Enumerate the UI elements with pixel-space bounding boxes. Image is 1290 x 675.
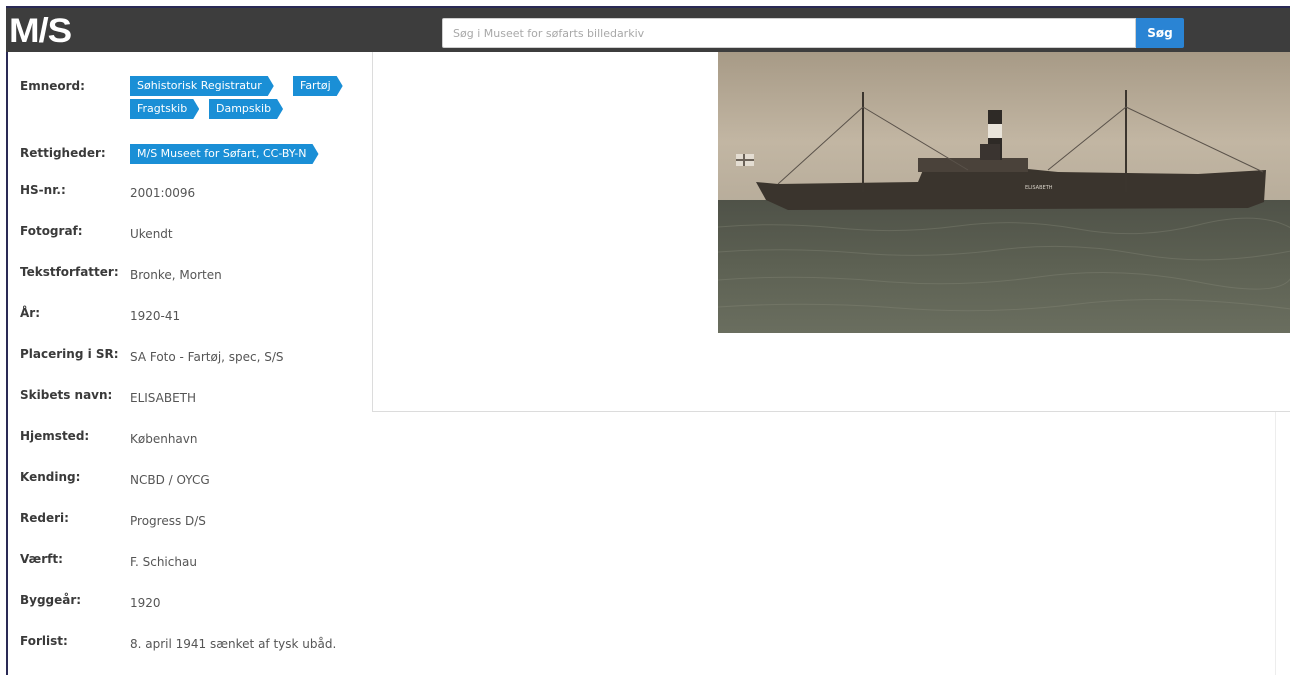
meta-value: 2001:0096 — [130, 186, 196, 200]
header-bar: M/S Søg — [6, 6, 1290, 52]
meta-row-emneord: Emneord: Søhistorisk Registratur Fartøj … — [8, 52, 370, 138]
meta-value: 1920 — [130, 596, 161, 610]
meta-label: Forlist: — [20, 634, 68, 648]
meta-value: NCBD / OYCG — [130, 473, 210, 487]
meta-label: År: — [20, 306, 41, 320]
ship-photo[interactable]: ELISABETH — [718, 52, 1290, 333]
meta-row-hjemsted: Hjemsted: København — [8, 426, 370, 467]
hull-name: ELISABETH — [1025, 185, 1053, 191]
meta-value: 1920-41 — [130, 309, 181, 323]
meta-row-forlist: Forlist: 8. april 1941 sænket af tysk ub… — [8, 631, 370, 672]
search-button[interactable]: Søg — [1136, 18, 1184, 48]
meta-label: Rederi: — [20, 511, 69, 525]
meta-label: Emneord: — [20, 79, 85, 93]
meta-row-hs-nr: HS-nr.: 2001:0096 — [8, 180, 370, 221]
tag-dampskib[interactable]: Dampskib — [209, 99, 283, 119]
meta-label: Hjemsted: — [20, 429, 90, 443]
meta-label: Byggeår: — [20, 593, 82, 607]
meta-row-tekstforfatter: Tekstforfatter: Bronke, Morten — [8, 262, 370, 303]
meta-row-aar: År: 1920-41 — [8, 303, 370, 344]
meta-row-rederi: Rederi: Progress D/S — [8, 508, 370, 549]
meta-label: HS-nr.: — [20, 183, 66, 197]
meta-label: Værft: — [20, 552, 63, 566]
meta-row-kending: Kending: NCBD / OYCG — [8, 467, 370, 508]
meta-row-rettigheder: Rettigheder: M/S Museet for Søfart, CC-B… — [8, 138, 370, 178]
meta-label: Placering i SR: — [20, 347, 119, 361]
meta-label: Skibets navn: — [20, 388, 113, 402]
meta-row-placering: Placering i SR: SA Foto - Fartøj, spec, … — [8, 344, 370, 385]
meta-value: F. Schichau — [130, 555, 197, 569]
meta-label: Rettigheder: — [20, 146, 106, 160]
content-right-border — [1275, 412, 1276, 675]
meta-value: Ukendt — [130, 227, 173, 241]
meta-value: Progress D/S — [130, 514, 206, 528]
meta-row-byggeaar: Byggeår: 1920 — [8, 590, 370, 631]
ship-photo-graphic: ELISABETH — [718, 52, 1290, 333]
meta-row-vaerft: Værft: F. Schichau — [8, 549, 370, 590]
search-input[interactable] — [442, 18, 1136, 48]
meta-label: Tekstforfatter: — [20, 265, 119, 279]
tag-fragtskib[interactable]: Fragtskib — [130, 99, 199, 119]
tag-rights-license[interactable]: M/S Museet for Søfart, CC-BY-N — [130, 144, 319, 164]
meta-label: Fotograf: — [20, 224, 83, 238]
meta-value: ELISABETH — [130, 391, 197, 405]
meta-simple-rows: HS-nr.: 2001:0096 Fotograf: Ukendt Tekst… — [8, 180, 370, 672]
tag-sohistorisk-registratur[interactable]: Søhistorisk Registratur — [130, 76, 274, 96]
image-viewer: ELISABETH — [372, 52, 1290, 412]
meta-value: Bronke, Morten — [130, 268, 222, 282]
meta-row-fotograf: Fotograf: Ukendt — [8, 221, 370, 262]
meta-value: 8. april 1941 sænket af tysk ubåd. — [130, 637, 337, 651]
meta-row-skibets-navn: Skibets navn: ELISABETH — [8, 385, 370, 426]
meta-value: København — [130, 432, 198, 446]
meta-label: Kending: — [20, 470, 81, 484]
meta-value: SA Foto - Fartøj, spec, S/S — [130, 350, 284, 364]
site-logo[interactable]: M/S — [9, 14, 72, 48]
tag-fartoj[interactable]: Fartøj — [293, 76, 343, 96]
